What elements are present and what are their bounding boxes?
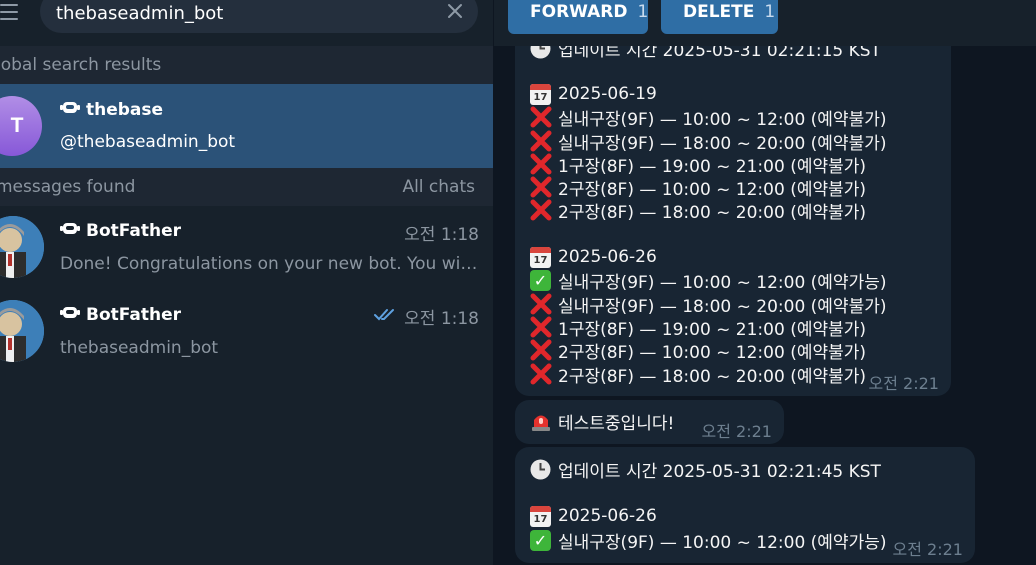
search-box[interactable] xyxy=(40,0,478,33)
slot-text: 2구장(8F) — 18:00 ~ 20:00 (예약불가) xyxy=(558,366,867,387)
result-username: @thebaseadmin_bot xyxy=(60,132,236,152)
check-mark-icon: ✓ xyxy=(529,269,552,292)
bot-icon xyxy=(60,220,80,241)
message-time: 오전 2:21 xyxy=(868,374,939,393)
chat-row-botfather-1[interactable]: BotFather 오전 1:18 Done! Congratulations … xyxy=(0,206,493,290)
chat-row-botfather-2[interactable]: BotFather 오전 1:18 thebaseadmin_bot xyxy=(0,290,493,374)
clock-icon xyxy=(529,458,552,481)
message-line: 테스트중입니다! xyxy=(529,409,675,434)
cross-mark-icon xyxy=(529,130,552,153)
double-check-icon xyxy=(374,307,398,327)
avatar xyxy=(0,216,44,278)
check-mark-icon: ✓ xyxy=(529,529,552,552)
chat-name: BotFather xyxy=(86,220,181,241)
cross-mark-icon xyxy=(529,176,552,199)
slot-line: 실내구장(9F) — 18:00 ~ 20:00 (예약불가) xyxy=(529,292,887,317)
slot-text: 실내구장(9F) — 18:00 ~ 20:00 (예약불가) xyxy=(558,133,887,154)
chat-time-text: 오전 1:18 xyxy=(404,225,479,245)
chat-name-row: BotFather xyxy=(60,220,181,241)
slot-text: 실내구장(9F) — 10:00 ~ 12:00 (예약가능) xyxy=(558,272,887,293)
message-line: 17 2025-06-26 xyxy=(529,245,657,269)
chat-time: 오전 1:18 xyxy=(404,220,479,245)
chat-name-row: BotFather xyxy=(60,304,181,325)
slot-line: ✓ 실내구장(9F) — 10:00 ~ 12:00 (예약가능) xyxy=(529,268,887,293)
slot-line: 1구장(8F) — 19:00 ~ 21:00 (예약불가) xyxy=(529,315,867,340)
cross-mark-icon xyxy=(529,153,552,176)
result-name-row: thebase xyxy=(60,99,163,120)
search-input[interactable] xyxy=(56,1,436,25)
chat-list-panel: lobal search results T thebase @thebasea… xyxy=(0,0,493,565)
cross-mark-icon xyxy=(529,199,552,222)
slot-text: 1구장(8F) — 19:00 ~ 21:00 (예약불가) xyxy=(558,156,867,177)
chat-time-text: 오전 1:18 xyxy=(404,309,479,329)
close-icon[interactable] xyxy=(444,0,466,22)
message-time: 오전 2:21 xyxy=(701,422,772,441)
slot-text: 실내구장(9F) — 10:00 ~ 12:00 (예약가능) xyxy=(558,532,887,553)
chat-preview: Done! Congratulations on your new bot. Y… xyxy=(60,254,480,274)
cross-mark-icon xyxy=(529,293,552,316)
slot-line: 2구장(8F) — 18:00 ~ 20:00 (예약불가) xyxy=(529,198,867,223)
calendar-icon: 17 xyxy=(529,505,552,528)
message-text: 테스트중입니다! xyxy=(558,413,675,434)
delete-label: DELETE xyxy=(683,2,755,22)
slot-line: 실내구장(9F) — 10:00 ~ 12:00 (예약불가) xyxy=(529,105,887,130)
message-line: 17 2025-06-19 xyxy=(529,82,657,106)
result-name: thebase xyxy=(86,99,164,120)
chat-view: 업데이트 시간 2025-05-31 02:21:15 KST 17 2025-… xyxy=(494,0,1036,565)
slot-text: 1구장(8F) — 19:00 ~ 21:00 (예약불가) xyxy=(558,319,867,340)
slot-text: 실내구장(9F) — 10:00 ~ 12:00 (예약불가) xyxy=(558,109,887,130)
message-bubble[interactable]: 업데이트 시간 2025-05-31 02:21:15 KST 17 2025-… xyxy=(515,20,951,396)
chat-time: 오전 1:18 xyxy=(374,304,479,329)
message-line: 업데이트 시간 2025-05-31 02:21:45 KST xyxy=(529,457,881,482)
forward-count: 1 xyxy=(637,2,649,22)
update-time-text: 업데이트 시간 2025-05-31 02:21:45 KST xyxy=(558,461,881,482)
avatar: T xyxy=(0,96,42,156)
search-bar xyxy=(0,0,493,46)
slot-line: 1구장(8F) — 19:00 ~ 21:00 (예약불가) xyxy=(529,152,867,177)
delete-button[interactable]: DELETE 1 xyxy=(661,0,778,34)
messages-found-header: messages found All chats xyxy=(0,168,493,206)
chat-preview: thebaseadmin_bot xyxy=(60,338,219,358)
slot-text: 2구장(8F) — 10:00 ~ 12:00 (예약불가) xyxy=(558,342,867,363)
forward-label: FORWARD xyxy=(530,2,628,22)
slot-line: ✓ 실내구장(9F) — 10:00 ~ 12:00 (예약가능) xyxy=(529,528,887,553)
slot-text: 실내구장(9F) — 18:00 ~ 20:00 (예약불가) xyxy=(558,296,887,317)
messages-found-label: messages found xyxy=(0,177,136,197)
slot-line: 2구장(8F) — 10:00 ~ 12:00 (예약불가) xyxy=(529,338,867,363)
chat-name: BotFather xyxy=(86,304,181,325)
slot-line: 2구장(8F) — 10:00 ~ 12:00 (예약불가) xyxy=(529,175,867,200)
message-time: 오전 2:21 xyxy=(892,540,963,559)
calendar-icon: 17 xyxy=(529,246,552,269)
slot-text: 2구장(8F) — 10:00 ~ 12:00 (예약불가) xyxy=(558,179,867,200)
message-bubble[interactable]: 테스트중입니다! 오전 2:21 xyxy=(515,400,784,444)
bot-icon xyxy=(60,304,80,325)
bot-icon xyxy=(60,99,80,120)
selection-toolbar: FORWARD 1 DELETE 1 xyxy=(494,0,1036,46)
all-chats-link[interactable]: All chats xyxy=(402,177,475,197)
delete-count: 1 xyxy=(764,2,776,22)
avatar-letter: T xyxy=(10,114,24,137)
hamburger-menu-icon[interactable] xyxy=(0,0,24,24)
global-search-label: lobal search results xyxy=(0,55,162,75)
message-line: 17 2025-06-26 xyxy=(529,504,657,528)
date-text: 2025-06-26 xyxy=(558,247,657,267)
cross-mark-icon xyxy=(529,363,552,386)
slot-text: 2구장(8F) — 18:00 ~ 20:00 (예약불가) xyxy=(558,202,867,223)
slot-line: 실내구장(9F) — 18:00 ~ 20:00 (예약불가) xyxy=(529,129,887,154)
cross-mark-icon xyxy=(529,339,552,362)
slot-line: 2구장(8F) — 18:00 ~ 20:00 (예약불가) xyxy=(529,362,867,387)
avatar xyxy=(0,300,44,362)
siren-icon xyxy=(529,410,552,433)
cross-mark-icon xyxy=(529,106,552,129)
global-search-header: lobal search results xyxy=(0,46,493,84)
date-text: 2025-06-26 xyxy=(558,506,657,526)
message-bubble[interactable]: 업데이트 시간 2025-05-31 02:21:45 KST 17 2025-… xyxy=(515,447,975,563)
cross-mark-icon xyxy=(529,316,552,339)
forward-button[interactable]: FORWARD 1 xyxy=(508,0,648,34)
date-text: 2025-06-19 xyxy=(558,84,657,104)
calendar-icon: 17 xyxy=(529,83,552,106)
global-result-thebase[interactable]: T thebase @thebaseadmin_bot xyxy=(0,84,493,168)
